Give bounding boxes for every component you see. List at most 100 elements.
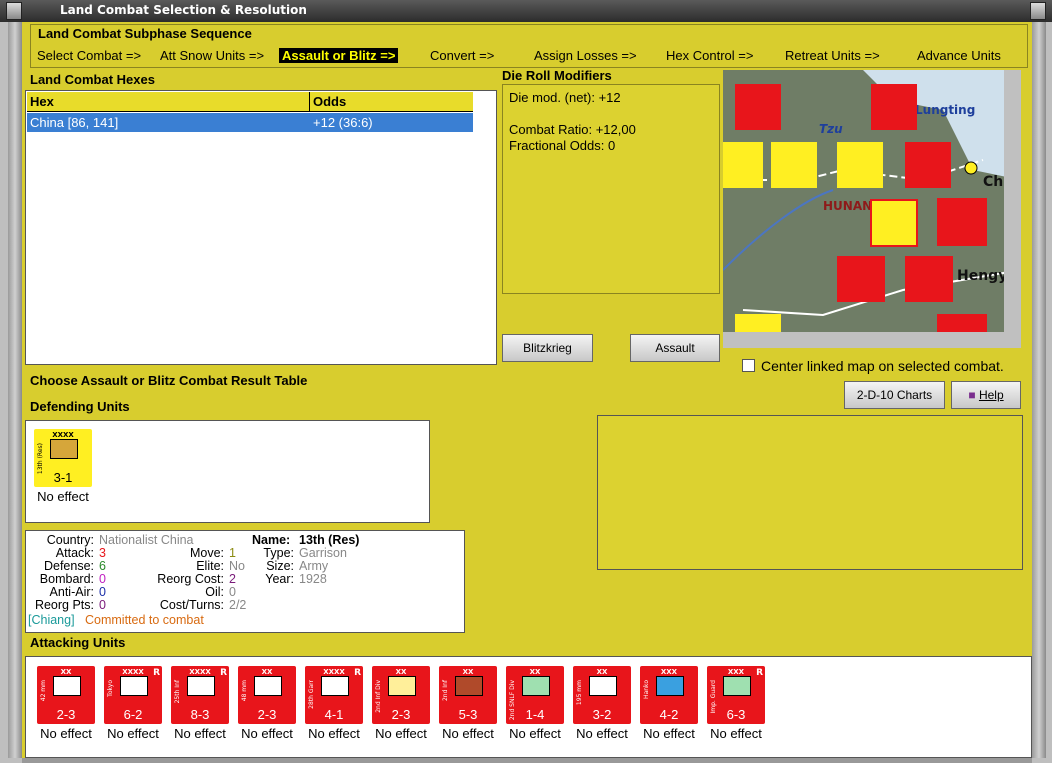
cost-turns-value: 2/2 xyxy=(229,598,247,612)
unit-strength: 4-2 xyxy=(659,707,679,722)
map-label-lungting: Lungting xyxy=(915,103,975,117)
unit-strength: 2-3 xyxy=(56,707,76,722)
attacking-unit-counter[interactable]: XX 2nd Inf 5-3 xyxy=(439,666,497,724)
step-assault-or-blitz: Assault or Blitz => xyxy=(279,48,399,63)
attacking-unit-effect: No effect xyxy=(576,726,628,741)
hexes-table: Hex Odds China [86, 141] +12 (36:6) xyxy=(25,90,497,365)
unit-size: XX xyxy=(462,668,474,676)
bottom-border xyxy=(22,758,1032,763)
step-att-snow-units: Att Snow Units => xyxy=(160,48,265,63)
attacking-unit-counter[interactable]: XXX Hanko 4-2 xyxy=(640,666,698,724)
defending-unit-counter[interactable]: XXXX 13th (Res) 3-1 xyxy=(34,429,92,487)
modifier-line-4: Fractional Odds: 0 xyxy=(509,138,616,153)
modifier-line-3: Combat Ratio: +12,00 xyxy=(509,122,636,137)
unit-strength: 8-3 xyxy=(190,707,210,722)
center-map-checkbox[interactable] xyxy=(742,359,755,372)
window-title: Land Combat Selection & Resolution xyxy=(60,3,307,17)
unit-name: Hanko xyxy=(643,680,650,699)
attacking-units-panel: XX 42 mm 2-3 No effect XX XX Tokyo 6-2 R No effec… xyxy=(25,656,1032,758)
map-terrain: Tzu Ch HUNAN Hengy Lungting xyxy=(723,70,1021,332)
unit-size: XX xyxy=(529,668,541,676)
blitzkrieg-button[interactable]: Blitzkrieg xyxy=(502,334,593,362)
attacking-unit-counter[interactable]: XXXX 28th Garr 4-1 R xyxy=(305,666,363,724)
map-counter xyxy=(937,198,987,246)
garrison-icon xyxy=(50,439,78,459)
charts-button[interactable]: 2-D-10 Charts xyxy=(844,381,945,409)
country-value: Nationalist China xyxy=(99,533,194,547)
unit-status: Committed to combat xyxy=(85,613,204,627)
column-header-odds-label: Odds xyxy=(313,94,347,109)
unit-strength: 5-3 xyxy=(458,707,478,722)
unit-type-icon xyxy=(120,676,148,696)
unit-strength: 6-3 xyxy=(726,707,746,722)
table-prompt: Choose Assault or Blitz Combat Result Ta… xyxy=(30,373,308,388)
step-select-combat: Select Combat => xyxy=(37,48,142,63)
step-assign-losses: Assign Losses => xyxy=(534,48,637,63)
unit-type-icon xyxy=(254,676,282,696)
help-button[interactable]: ■ Help xyxy=(951,381,1021,409)
reserve-marker: R xyxy=(220,668,227,678)
unit-type-icon xyxy=(455,676,483,696)
table-row[interactable]: China [86, 141] +12 (36:6) xyxy=(27,113,473,132)
title-bar: Land Combat Selection & Resolution xyxy=(0,0,1052,22)
column-header-hex-label: Hex xyxy=(30,94,54,109)
unit-size: XX xyxy=(395,668,407,676)
column-header-odds[interactable]: Odds xyxy=(310,92,473,112)
unit-size: XXX xyxy=(660,668,678,676)
column-header-hex[interactable]: Hex xyxy=(27,92,310,112)
attacking-heading: Attacking Units xyxy=(30,635,126,650)
map-counter xyxy=(723,142,763,188)
unit-type-icon xyxy=(321,676,349,696)
unit-type-icon xyxy=(53,676,81,696)
map-counter xyxy=(905,142,951,188)
cost-turns-label: Cost/Turns: xyxy=(159,598,224,612)
attacking-unit-counter[interactable]: XXXX 25th Inf 8-3 R xyxy=(171,666,229,724)
attacking-unit-counter[interactable]: XX 48 mm 2-3 xyxy=(238,666,296,724)
subphase-heading: Land Combat Subphase Sequence xyxy=(38,26,252,41)
reorg-pts-value: 0 xyxy=(99,598,106,612)
map-counter xyxy=(871,84,917,130)
defending-unit-effect: No effect xyxy=(37,489,89,504)
defending-units-panel: XXXX 13th (Res) 3-1 No effect xyxy=(25,420,430,523)
map-label-tzu: Tzu xyxy=(819,122,843,136)
hexes-heading: Land Combat Hexes xyxy=(30,72,155,87)
reserve-marker: R xyxy=(153,668,160,678)
reserve-marker: R xyxy=(354,668,361,678)
step-retreat-units: Retreat Units => xyxy=(785,48,880,63)
map-counter xyxy=(735,84,781,130)
step-convert: Convert => xyxy=(430,48,495,63)
map-counter xyxy=(735,314,781,332)
help-book-icon: ■ xyxy=(968,388,976,402)
help-button-label: Help xyxy=(978,388,1004,402)
assault-button[interactable]: Assault xyxy=(630,334,720,362)
attacking-unit-counter[interactable]: XXXX Tokyo 6-2 R xyxy=(104,666,162,724)
unit-size: XX xyxy=(261,668,273,676)
unit-name: 25th Inf xyxy=(174,680,181,704)
odds-cell: +12 (36:6) xyxy=(313,115,373,130)
map-horizontal-scrollbar[interactable] xyxy=(723,332,1021,348)
step-hex-control: Hex Control => xyxy=(666,48,754,63)
step-advance-units: Advance Units xyxy=(917,48,1001,63)
attacking-unit-effect: No effect xyxy=(643,726,695,741)
close-icon[interactable] xyxy=(1030,2,1046,20)
attacking-unit-counter[interactable]: XXX Imp. Guard 6-3 R xyxy=(707,666,765,724)
linked-map[interactable]: Tzu Ch HUNAN Hengy Lungting xyxy=(723,70,1021,332)
window-menu-icon[interactable] xyxy=(6,2,22,20)
hex-cell: China [86, 141] xyxy=(30,115,119,130)
attacking-unit-effect: No effect xyxy=(40,726,92,741)
unit-name: 28th Garr xyxy=(308,680,315,709)
attacking-unit-counter[interactable]: XX 195 mm 3-2 xyxy=(573,666,631,724)
unit-type-icon xyxy=(656,676,684,696)
unit-type-icon xyxy=(723,676,751,696)
unit-name: 42 mm xyxy=(40,680,47,702)
attacking-unit-counter[interactable]: XX 2nd Inf Div 2-3 xyxy=(372,666,430,724)
attacking-unit-counter[interactable]: XX 2nd SNLF Div 1-4 xyxy=(506,666,564,724)
reorg-pts-label: Reorg Pts: xyxy=(34,598,94,612)
attacking-unit-effect: No effect xyxy=(107,726,159,741)
map-vertical-scrollbar[interactable] xyxy=(1004,70,1021,332)
unit-name: 2nd Inf xyxy=(442,680,449,702)
city-marker xyxy=(964,161,978,175)
map-counter xyxy=(870,199,918,247)
attacking-unit-counter[interactable]: XX 42 mm 2-3 xyxy=(37,666,95,724)
modifier-line-1: Die mod. (net): +12 xyxy=(509,90,621,105)
